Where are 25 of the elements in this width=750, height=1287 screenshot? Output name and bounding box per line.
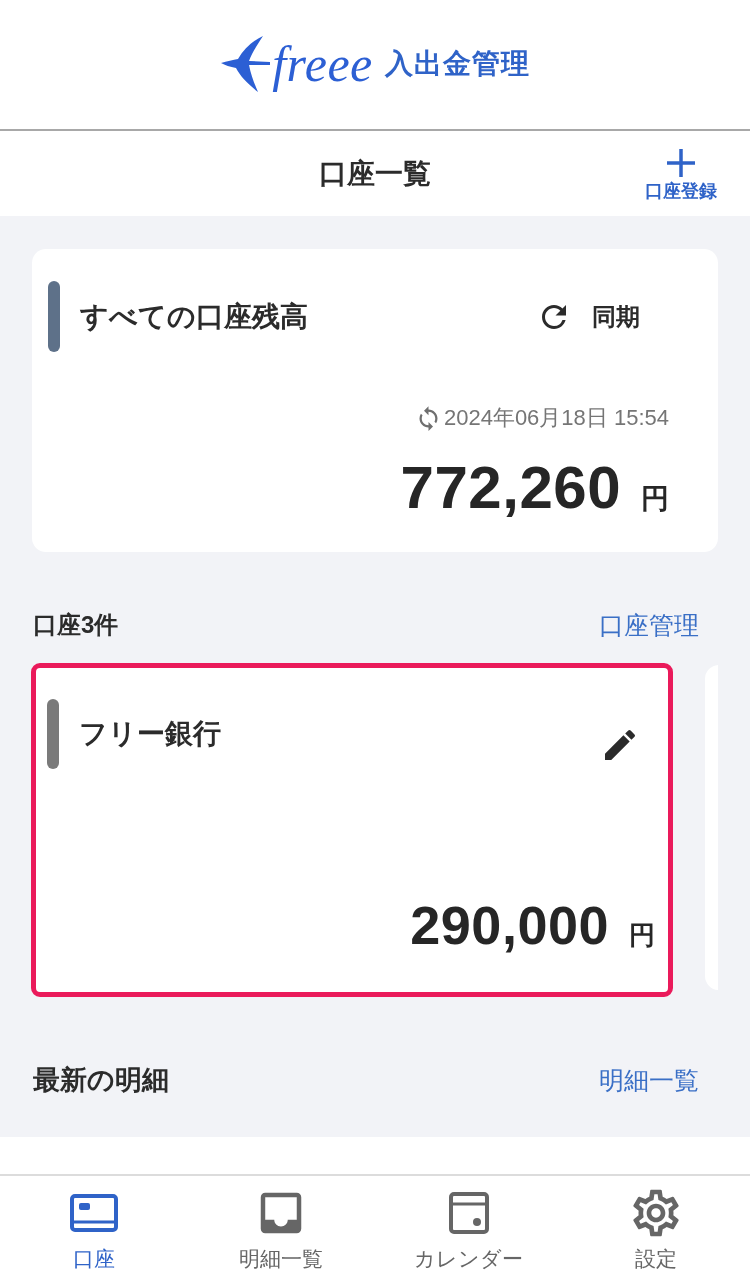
sync-button[interactable]: 同期 (536, 298, 640, 335)
bird-logo-icon (220, 34, 271, 93)
product-name: 入出金管理 (384, 49, 530, 78)
card-icon (69, 1194, 118, 1232)
nav-tab[interactable]: カレンダー (375, 1176, 563, 1287)
plus-icon (666, 147, 696, 178)
account-name: フリー銀行 (79, 716, 221, 751)
currency-unit: 円 (629, 919, 655, 952)
add-account-button[interactable]: 口座登録 (645, 147, 717, 200)
nav-tab[interactable]: 明細一覧 (187, 1176, 375, 1287)
section-heading: 最新の明細 (33, 1063, 169, 1097)
page-title: 口座一覧 (319, 159, 431, 188)
card-title: すべての口座残高 (80, 299, 308, 334)
currency-unit: 円 (641, 482, 669, 516)
nav-tab[interactable]: 口座 (0, 1176, 188, 1287)
nav-tab[interactable]: 設定 (562, 1176, 750, 1287)
manage-accounts-link[interactable]: 口座管理 (599, 610, 699, 640)
accent-bar (48, 281, 60, 352)
calendar-icon (448, 1192, 489, 1234)
updated-time: 2024年06月18日 15:54 (443, 404, 669, 432)
section-heading: 口座3件 (33, 610, 119, 640)
account-card[interactable]: フリー銀行 290,000 円 (31, 663, 673, 997)
account-balance: 290,000 (410, 896, 609, 956)
total-balance: 772,260 (400, 455, 621, 521)
statements-link[interactable]: 明細一覧 (599, 1065, 699, 1095)
